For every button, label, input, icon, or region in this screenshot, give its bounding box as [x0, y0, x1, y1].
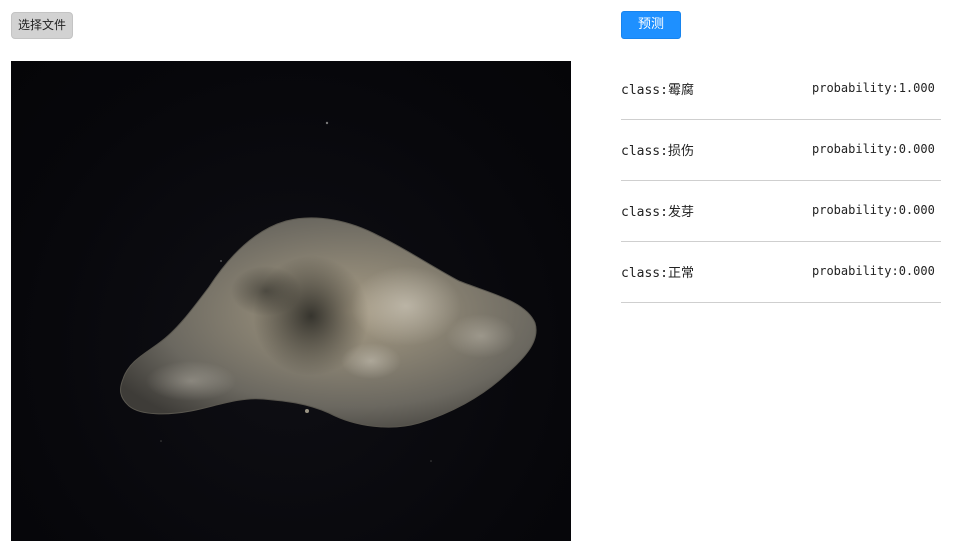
result-class: class:发芽 — [621, 205, 694, 220]
result-row: class:损伤 probability:0.000 — [621, 120, 941, 181]
tuber-image — [120, 121, 537, 462]
result-row: class:发芽 probability:0.000 — [621, 181, 941, 242]
result-probability: probability:0.000 — [812, 203, 935, 217]
result-probability: probability:0.000 — [812, 142, 935, 156]
result-probability: probability:0.000 — [812, 264, 935, 278]
result-class: class:损伤 — [621, 144, 694, 159]
predict-button[interactable]: 预测 — [621, 11, 681, 39]
result-row: class:霉腐 probability:1.000 — [621, 59, 941, 120]
prediction-results: class:霉腐 probability:1.000 class:损伤 prob… — [621, 59, 951, 303]
page: 选择文件 预测 class:霉腐 probability:1.000 class… — [0, 0, 962, 551]
result-probability: probability:1.000 — [812, 81, 935, 95]
result-row: class:正常 probability:0.000 — [621, 242, 941, 303]
result-class: class:正常 — [621, 266, 694, 281]
choose-file-button[interactable]: 选择文件 — [11, 12, 73, 39]
result-class: class:霉腐 — [621, 83, 694, 98]
image-preview — [11, 61, 571, 541]
